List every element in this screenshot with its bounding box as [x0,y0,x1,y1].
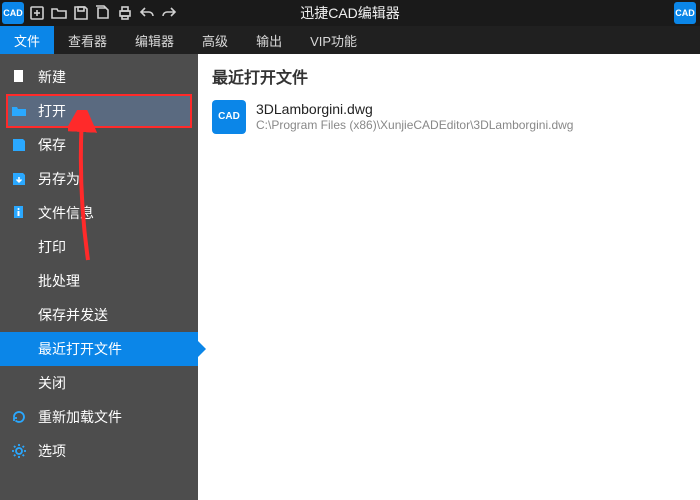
save-send-icon [10,306,28,324]
tab-vip[interactable]: VIP功能 [296,26,371,54]
save-all-icon[interactable] [92,2,114,24]
sidebar-item-label: 选项 [38,441,66,461]
close-icon [10,374,28,392]
batch-icon [10,272,28,290]
tab-editor[interactable]: 编辑器 [121,26,188,54]
body: 新建 打开 保存 另存为 文件信息 [0,54,700,500]
recent-file-path: C:\Program Files (x86)\XunjieCADEditor\3… [256,118,573,133]
sidebar-item-label: 批处理 [38,271,80,291]
recent-file-item[interactable]: CAD 3DLamborgini.dwg C:\Program Files (x… [198,96,700,138]
gear-icon [10,442,28,460]
open-folder-icon [10,102,28,120]
new-file-icon [10,68,28,86]
save-as-icon [10,170,28,188]
sidebar-item-open[interactable]: 打开 [6,94,192,128]
sidebar-item-label: 重新加载文件 [38,407,122,427]
sidebar-item-reload[interactable]: 重新加载文件 [0,400,198,434]
sidebar-item-label: 最近打开文件 [38,339,122,359]
sidebar-item-label: 保存 [38,135,66,155]
sidebar-item-file-info[interactable]: 文件信息 [0,196,198,230]
sidebar-item-label: 文件信息 [38,203,94,223]
sidebar-item-save[interactable]: 保存 [0,128,198,162]
save-icon[interactable] [70,2,92,24]
content-header: 最近打开文件 [198,54,700,96]
sidebar-item-options[interactable]: 选项 [0,434,198,468]
sidebar-item-recent[interactable]: 最近打开文件 [0,332,198,366]
sidebar-item-close[interactable]: 关闭 [0,366,198,400]
undo-icon[interactable] [136,2,158,24]
sidebar-item-label: 另存为 [38,169,80,189]
file-info-icon [10,204,28,222]
recent-file-name: 3DLamborgini.dwg [256,101,573,119]
recent-icon [10,340,28,358]
tab-viewer[interactable]: 查看器 [54,26,121,54]
sidebar-item-label: 打印 [38,237,66,257]
redo-icon[interactable] [158,2,180,24]
title-bar: CAD 迅捷CAD编辑器 CAD [0,0,700,26]
sidebar-item-save-as[interactable]: 另存为 [0,162,198,196]
recent-file-texts: 3DLamborgini.dwg C:\Program Files (x86)\… [256,101,573,134]
sidebar-item-label: 新建 [38,67,66,87]
file-menu-sidebar: 新建 打开 保存 另存为 文件信息 [0,54,198,500]
sidebar-item-print[interactable]: 打印 [0,230,198,264]
tab-output[interactable]: 输出 [242,26,296,54]
reload-icon [10,408,28,426]
tab-file[interactable]: 文件 [0,26,54,54]
app-logo-icon: CAD [674,2,696,24]
tab-advanced[interactable]: 高级 [188,26,242,54]
sidebar-item-label: 关闭 [38,373,66,393]
sidebar-item-save-send[interactable]: 保存并发送 [0,298,198,332]
print-icon[interactable] [114,2,136,24]
new-file-icon[interactable] [26,2,48,24]
sidebar-item-label: 打开 [38,101,66,121]
sidebar-item-label: 保存并发送 [38,305,108,325]
sidebar-item-batch[interactable]: 批处理 [0,264,198,298]
open-folder-icon[interactable] [48,2,70,24]
save-icon [10,136,28,154]
window-title: 迅捷CAD编辑器 [300,3,400,23]
app-icon: CAD [2,2,24,24]
content-area: 最近打开文件 CAD 3DLamborgini.dwg C:\Program F… [198,54,700,500]
sidebar-item-new[interactable]: 新建 [0,60,198,94]
cad-file-icon: CAD [212,100,246,134]
print-icon [10,238,28,256]
menu-bar: 文件 查看器 编辑器 高级 输出 VIP功能 [0,26,700,54]
